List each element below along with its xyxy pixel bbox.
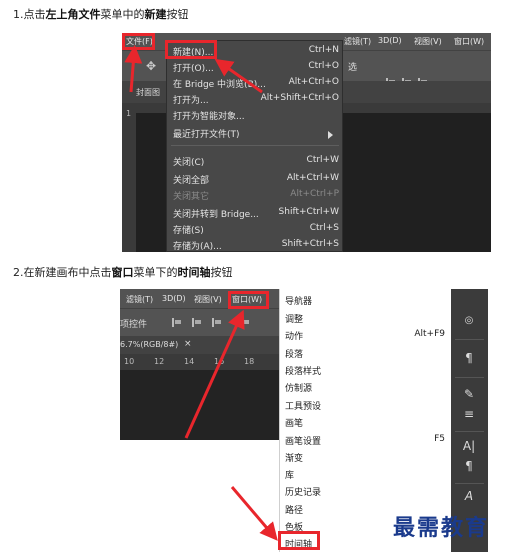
arrow-to-window-menu: [184, 309, 245, 439]
arrow-to-file-menu: [124, 45, 143, 93]
watermark-logo: 最需教育: [393, 515, 490, 541]
arrow-to-timeline-item: [230, 486, 278, 541]
annotation-arrows: [124, 45, 278, 541]
arrow-to-new-item: [214, 58, 263, 94]
